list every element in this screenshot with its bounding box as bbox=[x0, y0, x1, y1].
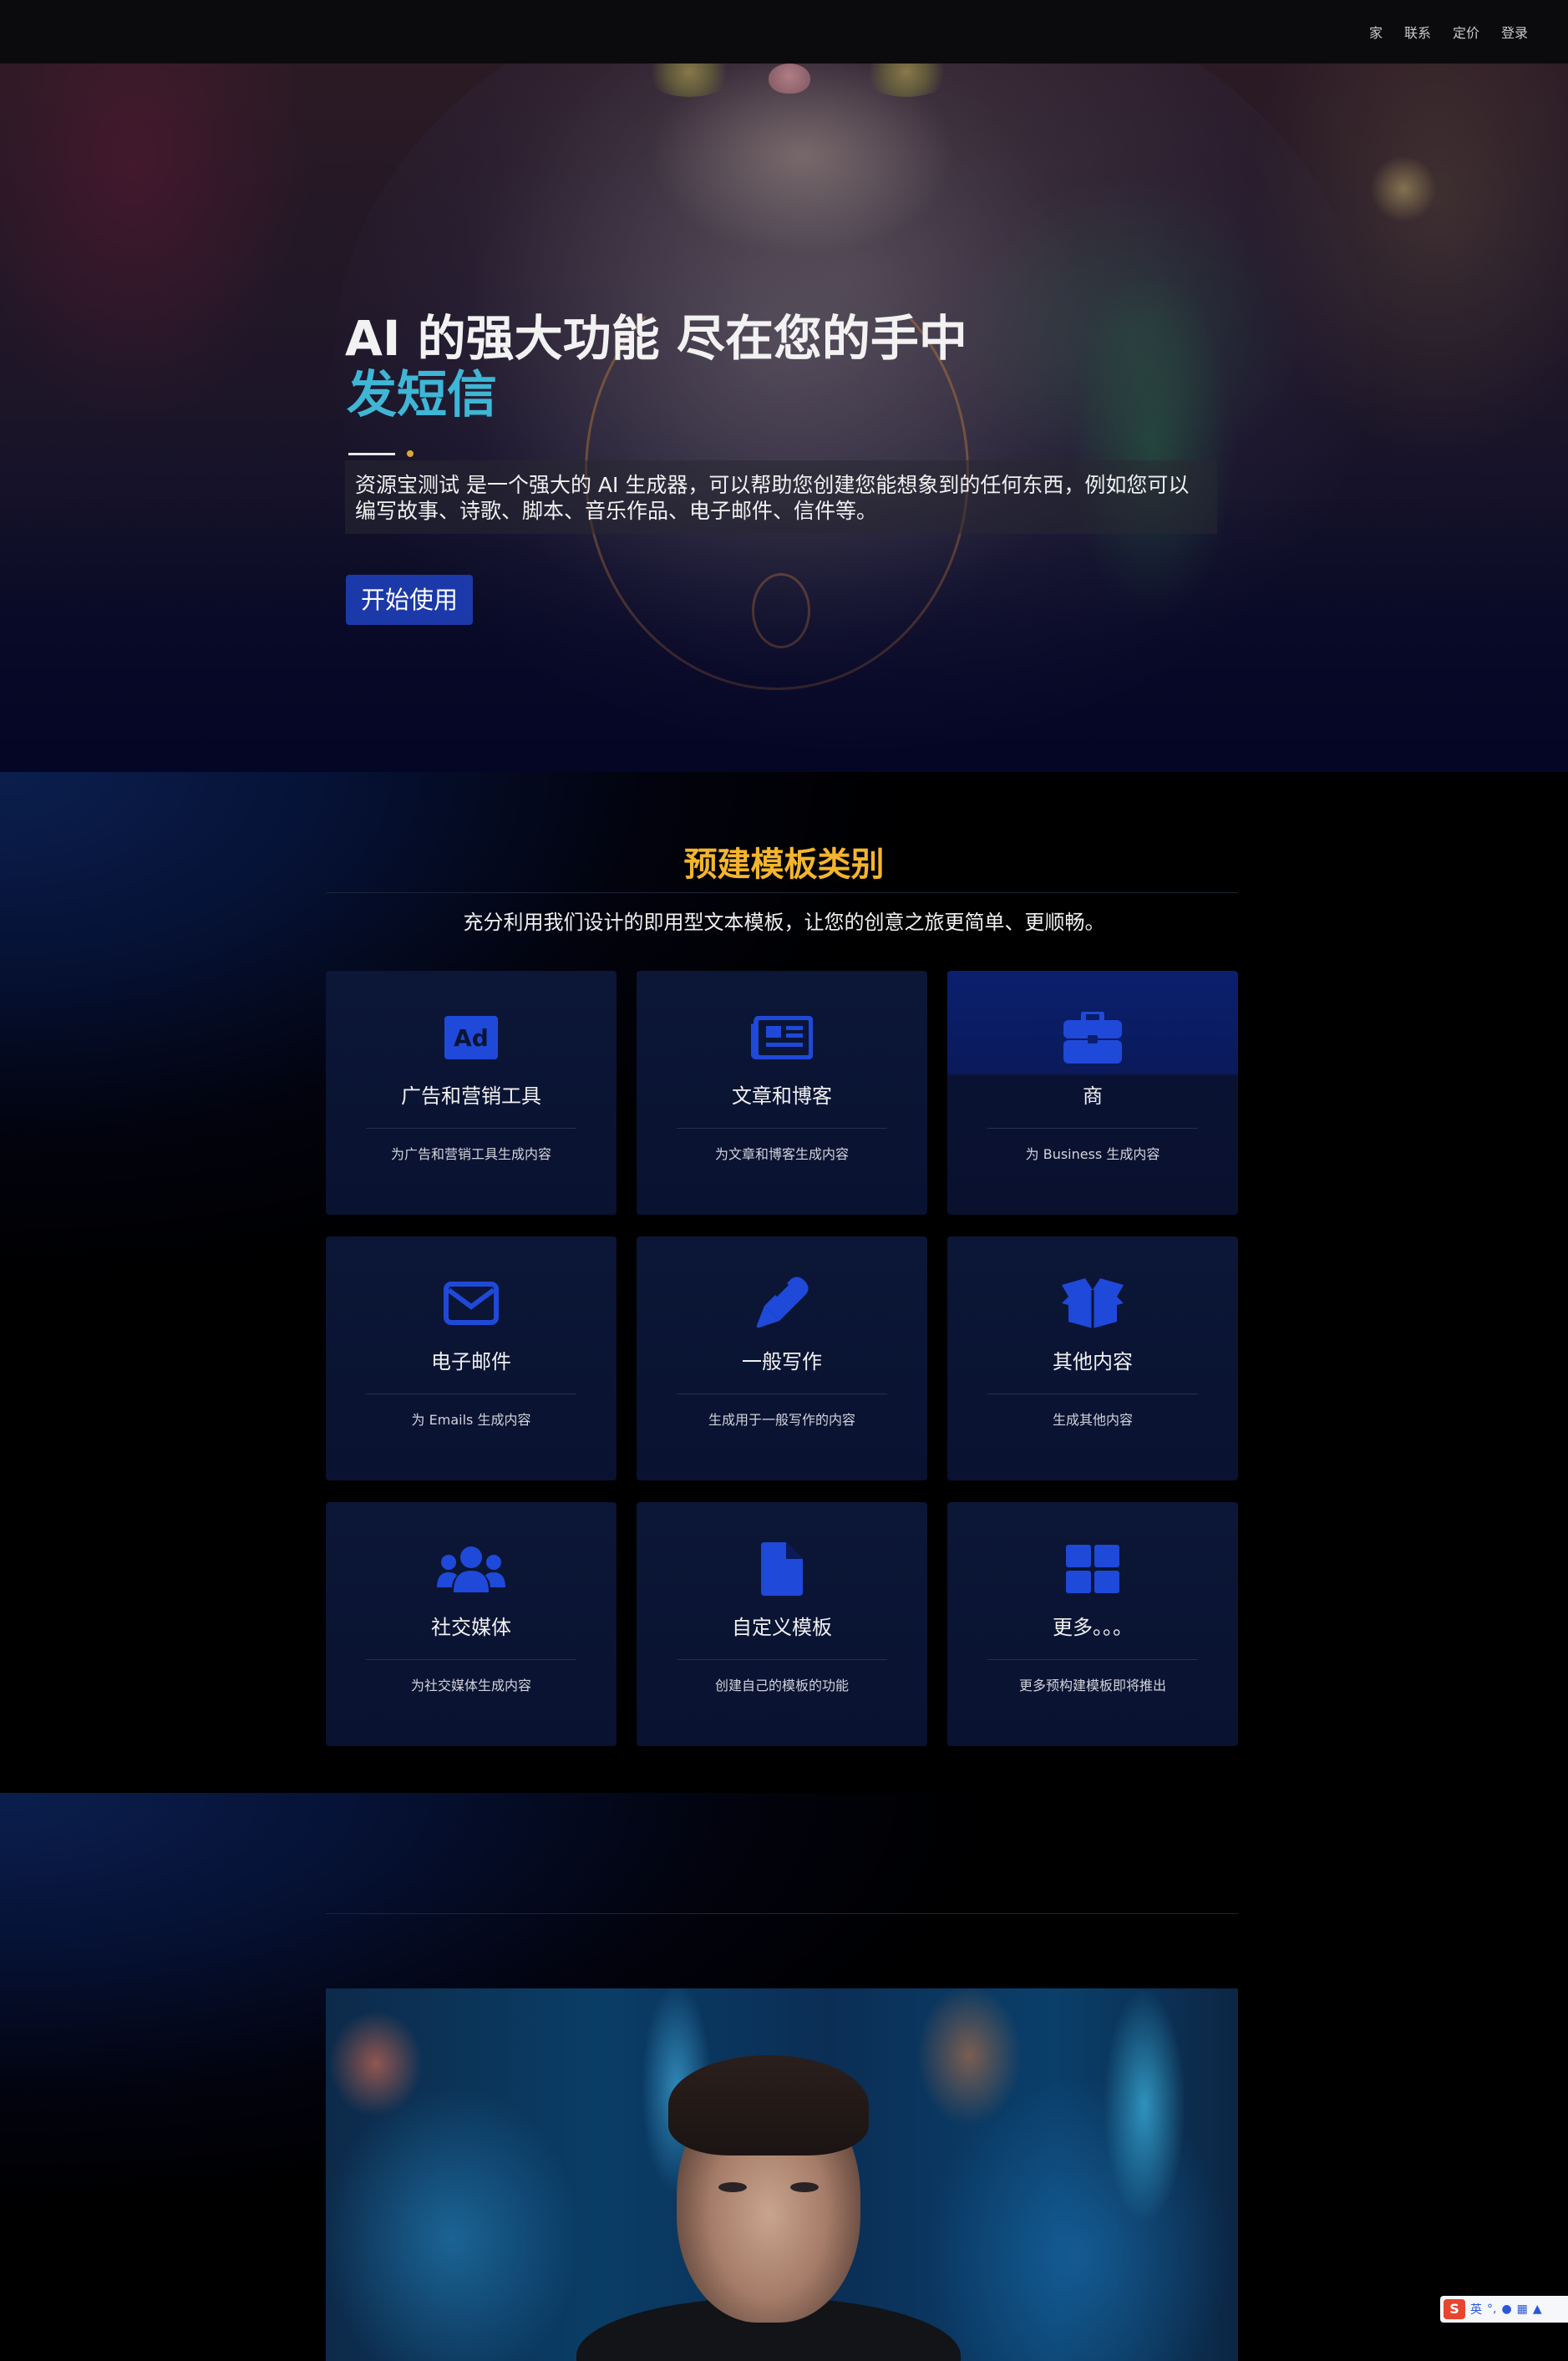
top-nav: 家 联系 定价 登录 bbox=[0, 0, 1568, 63]
templates-section: 预建模板类别 充分利用我们设计的即用型文本模板，让您的创意之旅更简单、更顺畅。 … bbox=[0, 772, 1568, 1793]
card-description: 更多预构建模板即将推出 bbox=[1018, 1678, 1166, 1693]
nav-link-pricing[interactable]: 定价 bbox=[1453, 22, 1479, 42]
card-title: 商 bbox=[1083, 1084, 1103, 1108]
card-title: 电子邮件 bbox=[431, 1350, 511, 1373]
portrait-eye-left bbox=[718, 2182, 747, 2192]
ad-icon: Ad bbox=[326, 1013, 617, 1063]
get-started-button[interactable]: 开始使用 bbox=[346, 575, 473, 625]
newspaper-icon bbox=[637, 1013, 927, 1063]
users-icon bbox=[326, 1544, 617, 1594]
card-description: 为 Emails 生成内容 bbox=[411, 1412, 531, 1428]
showcase-divider bbox=[326, 1913, 1238, 1914]
template-card-custom[interactable]: 自定义模板 创建自己的模板的功能 bbox=[637, 1502, 927, 1746]
hero-vignette bbox=[0, 63, 1568, 772]
envelope-icon bbox=[326, 1278, 617, 1328]
card-title: 文章和博客 bbox=[732, 1084, 832, 1108]
template-card-writing[interactable]: 一般写作 生成用于一般写作的内容 bbox=[637, 1236, 927, 1480]
briefcase-icon bbox=[947, 1012, 1238, 1064]
hero-underline-dot bbox=[407, 450, 414, 457]
file-icon bbox=[637, 1542, 927, 1596]
templates-subtitle: 充分利用我们设计的即用型文本模板，让您的创意之旅更简单、更顺畅。 bbox=[463, 911, 1105, 934]
nav-link-login[interactable]: 登录 bbox=[1501, 22, 1528, 42]
template-card-other[interactable]: 其他内容 生成其他内容 bbox=[947, 1236, 1238, 1480]
hero-title: AI 的强大功能 尽在您的手中 bbox=[345, 310, 967, 367]
card-divider bbox=[366, 1128, 576, 1129]
card-title: 社交媒体 bbox=[431, 1616, 511, 1639]
svg-text:Ad: Ad bbox=[454, 1024, 489, 1052]
nav-link-contact[interactable]: 联系 bbox=[1404, 22, 1431, 42]
hero-description: 资源宝测试 是一个强大的 AI 生成器，可以帮助您创建您能想象到的任何东西，例如… bbox=[345, 460, 1217, 534]
portrait-hair bbox=[668, 2055, 869, 2155]
nav-links: 家 联系 定价 登录 bbox=[1369, 0, 1528, 63]
card-title: 更多。。。 bbox=[1053, 1616, 1133, 1639]
card-divider bbox=[677, 1659, 887, 1660]
hero-section: AI 的强大功能 尽在您的手中 发短信 资源宝测试 是一个强大的 AI 生成器，… bbox=[0, 63, 1568, 772]
card-title: 其他内容 bbox=[1053, 1350, 1133, 1373]
card-title: 一般写作 bbox=[742, 1350, 822, 1373]
microphone-icon[interactable]: ● bbox=[1501, 2303, 1511, 2316]
templates-title: 预建模板类别 bbox=[683, 845, 885, 884]
template-card-ads[interactable]: Ad 广告和营销工具 为广告和营销工具生成内容 bbox=[326, 971, 617, 1215]
card-description: 生成用于一般写作的内容 bbox=[708, 1412, 855, 1428]
nav-link-home[interactable]: 家 bbox=[1369, 22, 1383, 42]
card-divider bbox=[677, 1128, 887, 1129]
card-title: 自定义模板 bbox=[732, 1616, 832, 1639]
pen-icon bbox=[637, 1277, 927, 1328]
card-description: 生成其他内容 bbox=[1052, 1412, 1133, 1428]
ime-toolbar[interactable]: S 英 °, ● ▦ ▲ bbox=[1440, 2296, 1568, 2323]
ime-mode-label[interactable]: 英 bbox=[1470, 2301, 1482, 2318]
template-card-business[interactable]: 商 为 Business 生成内容 bbox=[947, 971, 1238, 1215]
showcase-portrait-image bbox=[326, 1988, 1238, 2361]
skin-icon[interactable]: ▲ bbox=[1533, 2303, 1542, 2316]
hero-subtitle-typed: 发短信 bbox=[347, 366, 497, 424]
box-open-icon bbox=[947, 1278, 1238, 1328]
ime-logo: S bbox=[1444, 2299, 1465, 2319]
template-card-social[interactable]: 社交媒体 为社交媒体生成内容 bbox=[326, 1502, 617, 1746]
template-card-email[interactable]: 电子邮件 为 Emails 生成内容 bbox=[326, 1236, 617, 1480]
card-description: 为 Business 生成内容 bbox=[1025, 1146, 1160, 1162]
hero-underline bbox=[348, 453, 395, 455]
grid-icon bbox=[947, 1544, 1238, 1594]
card-description: 为社交媒体生成内容 bbox=[410, 1678, 531, 1693]
punctuation-icon[interactable]: °, bbox=[1487, 2303, 1496, 2316]
templates-divider bbox=[326, 892, 1238, 893]
card-title: 广告和营销工具 bbox=[401, 1084, 541, 1108]
keyboard-icon[interactable]: ▦ bbox=[1517, 2303, 1528, 2316]
card-description: 为广告和营销工具生成内容 bbox=[390, 1146, 551, 1162]
card-divider bbox=[987, 1659, 1198, 1660]
template-card-more[interactable]: 更多。。。 更多预构建模板即将推出 bbox=[947, 1502, 1238, 1746]
card-divider bbox=[366, 1659, 576, 1660]
card-description: 创建自己的模板的功能 bbox=[714, 1678, 849, 1693]
template-card-articles[interactable]: 文章和博客 为文章和博客生成内容 bbox=[637, 971, 927, 1215]
card-divider bbox=[987, 1128, 1198, 1129]
card-description: 为文章和博客生成内容 bbox=[714, 1146, 849, 1162]
portrait-eye-right bbox=[790, 2182, 819, 2192]
showcase-section bbox=[0, 1793, 1568, 2361]
